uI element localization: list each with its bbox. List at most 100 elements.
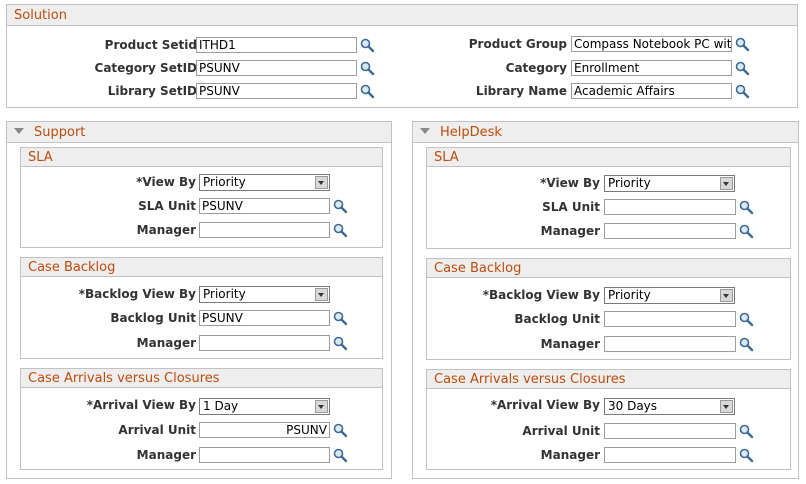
support-backlog-view-by-select[interactable]: Priority — [199, 286, 330, 303]
helpdesk-arrivals-section: Case Arrivals versus Closures *Arrival V… — [426, 369, 791, 470]
support-title: Support — [34, 125, 86, 140]
product-setid-label: Product Setid — [104, 38, 197, 52]
support-sla-header: SLA — [21, 148, 382, 167]
support-arrivals-manager-label: Manager — [136, 448, 196, 462]
collapse-arrow-icon[interactable] — [420, 128, 430, 134]
helpdesk-sla-manager-label: Manager — [540, 224, 600, 238]
category-setid-label: Category SetID — [94, 61, 197, 75]
support-header[interactable]: Support — [7, 122, 391, 143]
support-arrivals-section: Case Arrivals versus Closures *Arrival V… — [20, 368, 383, 470]
support-backlog-unit-lookup-icon[interactable] — [332, 310, 348, 326]
solution-panel: Solution Product Setid ITHD1 Category Se… — [6, 4, 798, 108]
support-sla-view-by-select[interactable]: Priority — [199, 174, 330, 191]
product-group-label: Product Group — [468, 37, 567, 51]
support-sla-unit-label: SLA Unit — [138, 199, 196, 213]
support-sla-section: SLA *View By Priority SLA Unit PSUNV Man… — [20, 147, 383, 248]
support-arrivals-unit-lookup-icon[interactable] — [332, 422, 348, 438]
support-arrivals-view-by-select[interactable]: 1 Day — [199, 398, 330, 415]
helpdesk-backlog-manager-field[interactable] — [604, 336, 736, 352]
helpdesk-arrivals-view-by-label: *Arrival View By — [490, 398, 600, 412]
library-setid-label: Library SetID — [107, 84, 197, 98]
helpdesk-backlog-view-by-select[interactable]: Priority — [604, 287, 735, 304]
support-backlog-unit-field[interactable]: PSUNV — [199, 310, 330, 326]
product-group-lookup-icon[interactable] — [734, 36, 750, 52]
helpdesk-arrivals-manager-label: Manager — [540, 448, 600, 462]
library-setid-field[interactable]: PSUNV — [196, 83, 357, 99]
support-backlog-unit-label: Backlog Unit — [110, 311, 196, 325]
helpdesk-sla-view-by-select[interactable]: Priority — [604, 175, 735, 192]
support-arrivals-view-by-value: 1 Day — [203, 399, 239, 413]
support-arrivals-manager-field[interactable] — [199, 447, 330, 463]
helpdesk-header[interactable]: HelpDesk — [413, 122, 798, 143]
product-setid-lookup-icon[interactable] — [359, 37, 375, 53]
product-setid-field[interactable]: ITHD1 — [196, 37, 357, 53]
support-backlog-title: Case Backlog — [28, 260, 116, 275]
support-arrivals-unit-field[interactable]: PSUNV — [199, 422, 330, 438]
support-sla-view-by-label: *View By — [136, 175, 196, 189]
helpdesk-sla-manager-lookup-icon[interactable] — [738, 223, 754, 239]
helpdesk-arrivals-view-by-select[interactable]: 30 Days — [604, 398, 735, 415]
category-setid-field[interactable]: PSUNV — [196, 60, 357, 76]
helpdesk-arrivals-view-by-value: 30 Days — [608, 399, 658, 413]
helpdesk-sla-manager-field[interactable] — [604, 223, 736, 239]
support-sla-manager-field[interactable] — [199, 222, 330, 238]
category-label: Category — [505, 61, 567, 75]
chevron-down-icon[interactable] — [720, 177, 733, 190]
solution-header: Solution — [7, 5, 797, 26]
helpdesk-arrivals-unit-field[interactable] — [604, 423, 736, 439]
library-name-label: Library Name — [475, 84, 567, 98]
support-backlog-view-by-label: *Backlog View By — [78, 287, 196, 301]
helpdesk-backlog-unit-label: Backlog Unit — [514, 312, 600, 326]
chevron-down-icon[interactable] — [315, 288, 328, 301]
helpdesk-arrivals-unit-label: Arrival Unit — [522, 424, 600, 438]
helpdesk-sla-unit-label: SLA Unit — [542, 200, 600, 214]
category-lookup-icon[interactable] — [734, 60, 750, 76]
library-setid-lookup-icon[interactable] — [359, 83, 375, 99]
chevron-down-icon[interactable] — [315, 400, 328, 413]
chevron-down-icon[interactable] — [720, 289, 733, 302]
support-arrivals-title: Case Arrivals versus Closures — [28, 371, 220, 386]
helpdesk-sla-section: SLA *View By Priority SLA Unit Manager — [426, 147, 791, 249]
helpdesk-arrivals-manager-field[interactable] — [604, 447, 736, 463]
helpdesk-backlog-manager-label: Manager — [540, 337, 600, 351]
support-arrivals-view-by-label: *Arrival View By — [86, 398, 196, 412]
helpdesk-backlog-manager-lookup-icon[interactable] — [738, 336, 754, 352]
helpdesk-sla-title: SLA — [434, 150, 459, 165]
helpdesk-backlog-view-by-value: Priority — [608, 288, 651, 302]
support-sla-manager-lookup-icon[interactable] — [332, 222, 348, 238]
support-backlog-view-by-value: Priority — [203, 287, 246, 301]
support-backlog-section: Case Backlog *Backlog View By Priority B… — [20, 257, 383, 359]
helpdesk-arrivals-title: Case Arrivals versus Closures — [434, 372, 626, 387]
category-field[interactable]: Enrollment — [571, 60, 732, 76]
helpdesk-panel: HelpDesk SLA *View By Priority SLA Unit … — [412, 121, 799, 479]
helpdesk-arrivals-header: Case Arrivals versus Closures — [427, 370, 790, 389]
support-backlog-header: Case Backlog — [21, 258, 382, 277]
library-name-field[interactable]: Academic Affairs — [571, 83, 732, 99]
support-panel: Support SLA *View By Priority SLA Unit P… — [6, 121, 392, 479]
support-arrivals-manager-lookup-icon[interactable] — [332, 447, 348, 463]
collapse-arrow-icon[interactable] — [14, 128, 24, 134]
library-name-lookup-icon[interactable] — [734, 83, 750, 99]
support-sla-manager-label: Manager — [136, 223, 196, 237]
chevron-down-icon[interactable] — [720, 400, 733, 413]
helpdesk-arrivals-unit-lookup-icon[interactable] — [738, 423, 754, 439]
helpdesk-arrivals-manager-lookup-icon[interactable] — [738, 447, 754, 463]
support-sla-unit-lookup-icon[interactable] — [332, 198, 348, 214]
support-backlog-manager-lookup-icon[interactable] — [332, 335, 348, 351]
helpdesk-sla-unit-lookup-icon[interactable] — [738, 199, 754, 215]
helpdesk-sla-unit-field[interactable] — [604, 199, 736, 215]
support-sla-title: SLA — [28, 150, 53, 165]
helpdesk-backlog-view-by-label: *Backlog View By — [482, 288, 600, 302]
helpdesk-backlog-unit-lookup-icon[interactable] — [738, 311, 754, 327]
helpdesk-sla-view-by-value: Priority — [608, 176, 651, 190]
helpdesk-backlog-unit-field[interactable] — [604, 311, 736, 327]
support-arrivals-unit-label: Arrival Unit — [118, 423, 196, 437]
product-group-field[interactable]: Compass Notebook PC with — [571, 36, 732, 52]
support-backlog-manager-label: Manager — [136, 336, 196, 350]
helpdesk-backlog-header: Case Backlog — [427, 259, 790, 278]
category-setid-lookup-icon[interactable] — [359, 60, 375, 76]
support-backlog-manager-field[interactable] — [199, 335, 330, 351]
helpdesk-sla-header: SLA — [427, 148, 790, 167]
support-sla-unit-field[interactable]: PSUNV — [199, 198, 330, 214]
chevron-down-icon[interactable] — [315, 176, 328, 189]
